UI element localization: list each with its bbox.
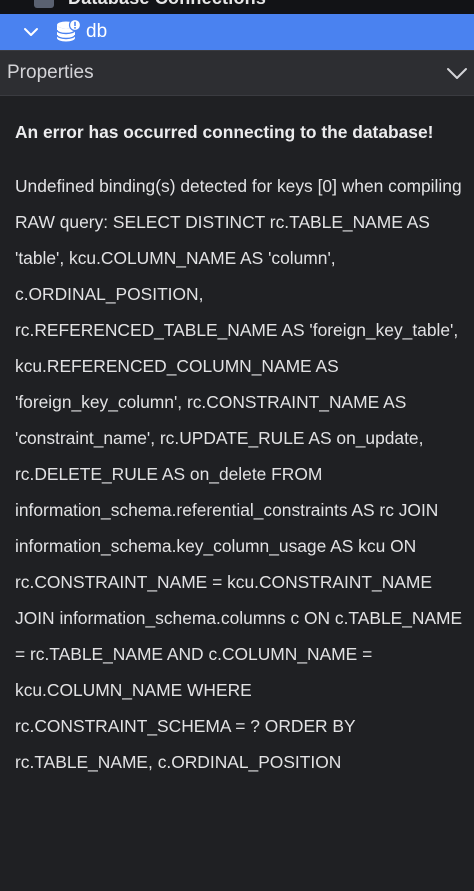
error-title: An error has occurred connecting to the … <box>15 122 434 142</box>
folder-icon <box>34 0 54 8</box>
error-content: An error has occurred connecting to the … <box>15 114 465 780</box>
tree-item-database-connections[interactable]: Database Connections <box>0 0 474 14</box>
error-message: Undefined binding(s) detected for keys [… <box>15 176 463 772</box>
properties-section-header[interactable]: Properties <box>0 50 474 96</box>
section-title: Properties <box>7 62 94 83</box>
properties-panel: Database Connections db Properties An er… <box>0 0 474 891</box>
tree-item-label: Database Connections <box>68 0 266 9</box>
database-icon <box>56 18 82 42</box>
chevron-down-icon[interactable] <box>446 64 468 84</box>
tree-item-db[interactable]: db <box>0 14 474 50</box>
tree-item-label: db <box>86 21 108 42</box>
chevron-down-icon[interactable] <box>22 23 40 41</box>
